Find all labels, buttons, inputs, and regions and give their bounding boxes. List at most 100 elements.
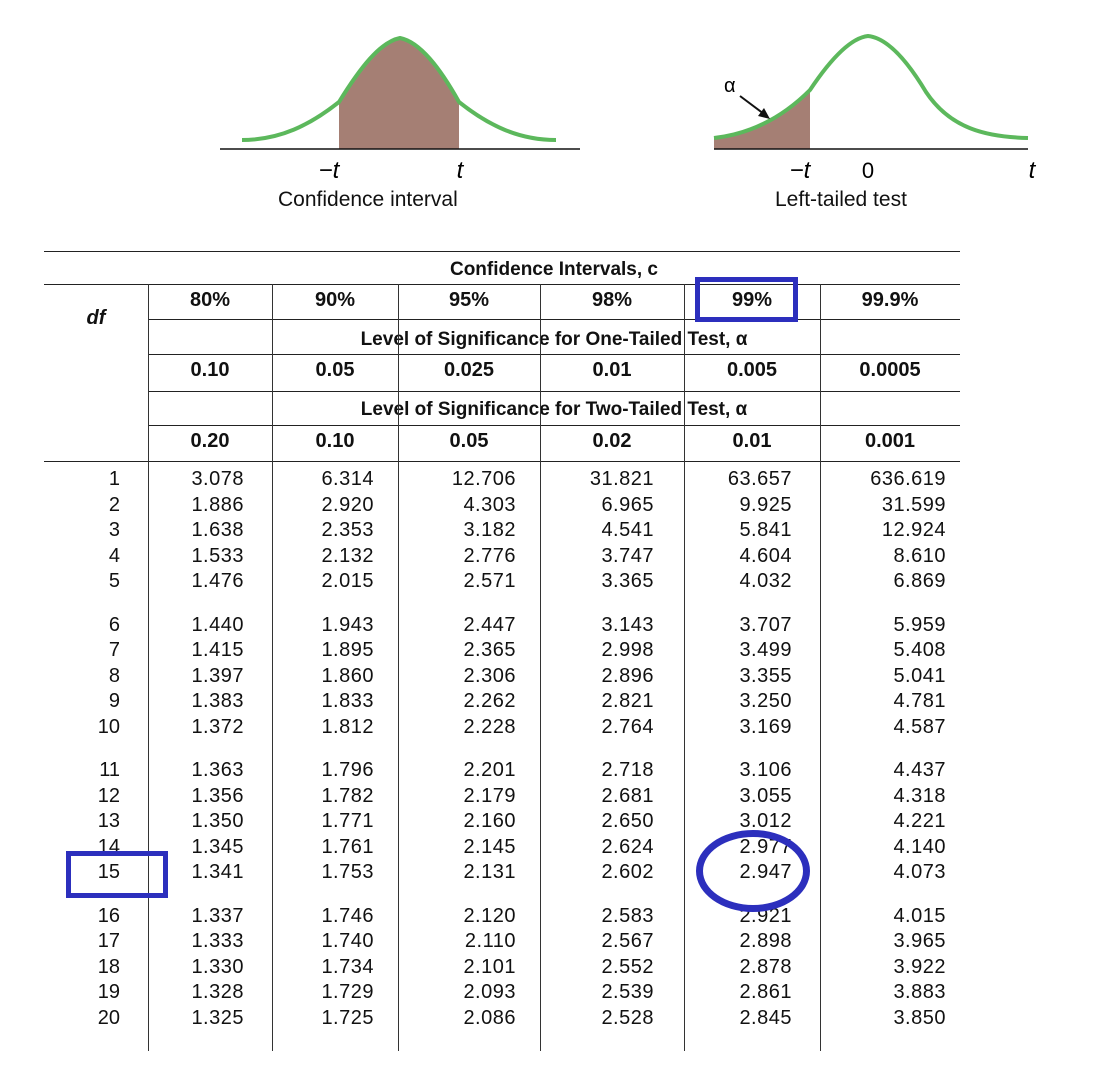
critical-value-cell: 12.924: [881, 519, 946, 541]
highlight-df-15-box: [66, 851, 168, 898]
critical-value-cell: 2.120: [463, 904, 516, 927]
critical-value-cell: 2.306: [463, 664, 516, 687]
critical-value-cell: 2.015: [321, 570, 374, 592]
column-header-two-tailed-alphas: 0.001: [864, 430, 916, 452]
critical-value-cell: 3.078: [191, 468, 244, 490]
critical-value-cell: 4.140: [893, 835, 946, 858]
df-cell: 12: [97, 784, 120, 807]
column-header-confidence-levels: 90%: [314, 289, 356, 311]
critical-value-cell: 2.179: [463, 784, 516, 807]
table-rule: [148, 354, 960, 355]
critical-value-cell: 3.850: [893, 1006, 946, 1029]
critical-value-cell: 2.583: [601, 904, 654, 927]
df-cell: 6: [108, 613, 120, 636]
alpha-label: α: [724, 75, 736, 97]
critical-value-cell: 1.341: [191, 861, 244, 883]
column-divider: [540, 284, 541, 461]
critical-value-cell: 5.959: [893, 613, 946, 636]
column-header-confidence-levels: 98%: [591, 289, 633, 311]
critical-value-cell: 2.602: [601, 861, 654, 883]
critical-value-cell: 1.753: [321, 861, 374, 883]
critical-value-cell: 5.408: [893, 639, 946, 661]
critical-value-cell: 2.093: [463, 981, 516, 1003]
critical-value-cell: 1.725: [321, 1006, 374, 1029]
critical-value-cell: 1.440: [191, 613, 244, 636]
left-tailed-caption: Left-tailed test: [775, 188, 907, 211]
critical-value-cell: 4.015: [893, 904, 946, 927]
table-rule: [148, 319, 960, 320]
confidence-intervals-header: Confidence Intervals, c: [449, 259, 658, 280]
critical-value-cell: 1.860: [321, 664, 374, 687]
critical-value-cell: 2.764: [601, 715, 654, 738]
critical-value-cell: 1.895: [321, 639, 374, 661]
df-cell: 3: [108, 519, 120, 541]
df-cell: 2: [108, 493, 120, 516]
critical-value-cell: 2.624: [601, 835, 654, 858]
column-header-confidence-levels: 80%: [189, 289, 231, 311]
confidence-t-label: t: [457, 157, 465, 184]
column-header-one-tailed-alphas: 0.025: [443, 359, 495, 381]
df-cell: 1: [108, 468, 120, 490]
left-tailed-t-label: t: [1029, 157, 1037, 184]
column-header-confidence-levels: 95%: [448, 289, 490, 311]
df-cell: 11: [99, 759, 120, 781]
critical-value-cell: 12.706: [451, 468, 516, 490]
column-header-two-tailed-alphas: 0.02: [592, 430, 632, 452]
critical-value-cell: 3.365: [601, 570, 654, 592]
critical-value-cell: 1.833: [321, 690, 374, 712]
critical-value-cell: 1.328: [191, 981, 244, 1003]
critical-value-cell: 3.747: [601, 544, 654, 567]
left-tailed-bell-curve: [713, 33, 1029, 140]
df-cell: 8: [108, 664, 120, 687]
critical-value-cell: 3.169: [739, 715, 792, 738]
critical-value-cell: 2.086: [463, 1006, 516, 1029]
critical-value-cell: 2.567: [601, 930, 654, 952]
critical-value-cell: 1.345: [191, 835, 244, 858]
df-cell: 9: [108, 690, 120, 712]
critical-value-cell: 1.943: [321, 613, 374, 636]
critical-value-cell: 1.729: [321, 981, 374, 1003]
critical-value-cell: 2.552: [601, 955, 654, 978]
critical-value-cell: 4.221: [893, 810, 946, 832]
critical-value-cell: 4.541: [601, 519, 654, 541]
column-header-confidence-levels: 99.9%: [861, 289, 919, 311]
critical-value-cell: 1.333: [191, 930, 244, 952]
critical-value-cell: 2.110: [464, 930, 516, 952]
left-tailed-figure: α −t 0 t: [713, 33, 1037, 184]
critical-value-cell: 2.898: [739, 930, 792, 952]
critical-value-cell: 3.499: [739, 639, 792, 661]
critical-value-cell: 2.821: [601, 690, 654, 712]
column-divider: [272, 284, 273, 461]
critical-value-cell: 2.101: [463, 955, 516, 978]
critical-value-cell: 2.447: [463, 613, 516, 636]
critical-value-cell: 31.599: [881, 493, 946, 516]
column-header-one-tailed-alphas: 0.05: [315, 359, 355, 381]
critical-value-cell: 2.650: [601, 810, 654, 832]
critical-value-cell: 3.106: [739, 759, 792, 781]
critical-value-cell: 3.055: [739, 784, 792, 807]
left-tailed-zero-label: 0: [862, 158, 874, 183]
critical-value-cell: 2.896: [601, 664, 654, 687]
critical-value-cell: 2.353: [321, 519, 374, 541]
critical-value-cell: 2.262: [463, 690, 516, 712]
critical-value-cell: 1.886: [191, 493, 244, 516]
table-rule: [148, 425, 960, 426]
critical-value-cell: 2.131: [463, 861, 516, 883]
table-rule: [44, 284, 960, 285]
left-tailed-neg-t-label: −t: [790, 157, 812, 184]
critical-value-cell: 4.073: [893, 861, 946, 883]
column-divider: [398, 284, 399, 461]
critical-value-cell: 1.415: [191, 639, 244, 661]
critical-value-cell: 2.201: [463, 759, 516, 781]
df-cell: 20: [97, 1006, 120, 1029]
critical-value-cell: 6.314: [321, 468, 374, 490]
critical-value-cell: 3.965: [893, 930, 946, 952]
critical-value-cell: 9.925: [739, 493, 792, 516]
critical-value-cell: 1.734: [321, 955, 374, 978]
critical-value-cell: 1.638: [191, 519, 244, 541]
critical-value-cell: 2.571: [463, 570, 516, 592]
critical-value-cell: 3.182: [463, 519, 516, 541]
df-column-label: df: [86, 307, 106, 329]
critical-value-cell: 2.528: [601, 1006, 654, 1029]
critical-value-cell: 1.746: [321, 904, 374, 927]
